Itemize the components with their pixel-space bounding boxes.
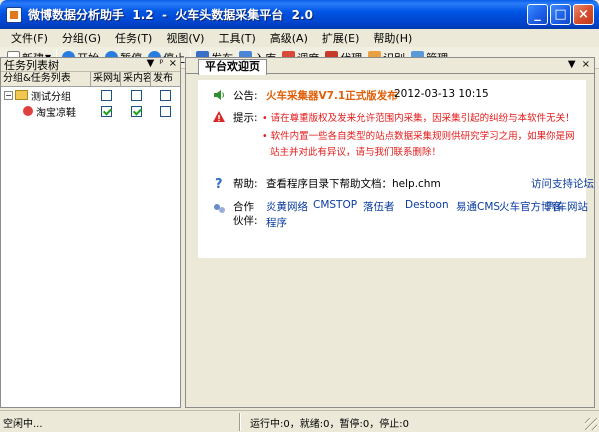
status-text: 空闲中... — [3, 419, 43, 430]
status-divider — [239, 413, 241, 431]
menu-view[interactable]: 视图(V) — [159, 30, 211, 46]
task-name: 淘宝凉鞋 — [36, 107, 76, 119]
welcome-content: 公告: 火车采集器V7.1正式版发布 2012-03-13 10:15 提示: … — [198, 80, 594, 258]
task-counts: 运行中:0，就绪:0，暂停:0，停止:0 — [250, 419, 409, 430]
help-text: 查看程序目录下帮助文档：help.chm — [266, 178, 441, 190]
warning-icon — [212, 110, 226, 124]
tip-line-1: • 请在尊重版权及发来允许范围内采集，因采集引起的纠纷与本软件无关！ — [262, 113, 575, 124]
menu-file[interactable]: 文件(F) — [4, 30, 55, 46]
menu-tools[interactable]: 工具(T) — [211, 30, 262, 46]
maximize-button[interactable]: □ — [550, 4, 571, 25]
menu-bar: 文件(F) 分组(G) 任务(T) 视图(V) 工具(T) 高级(A) 扩展(E… — [0, 29, 599, 47]
task-list-panel: 任务列表树 ▼ ᵖ × 分组&任务列表 采网址 采内容 发布 − 测试分组 淘宝… — [0, 57, 181, 408]
speaker-icon — [212, 88, 226, 102]
task-icon — [23, 106, 33, 116]
collapse-icon[interactable]: − — [4, 90, 13, 100]
partner-link[interactable]: 汽车网站 — [546, 199, 588, 214]
close-button[interactable]: × — [573, 4, 594, 25]
tip-label: 提示: — [233, 112, 258, 124]
panel-title: 任务列表树 — [4, 58, 59, 72]
partner-link[interactable]: CMSTOP — [313, 199, 357, 211]
svg-text:?: ? — [215, 177, 223, 190]
notice-date: 2012-03-13 10:15 — [394, 88, 489, 100]
tip-line-3: 站主并对此有异议，请与我们联系删除！ — [270, 147, 442, 158]
partners-icon — [212, 202, 226, 216]
tip-line-2: • 软件内置一些各自类型的站点数据采集规则供研究学习之用，如果你是网 — [262, 131, 575, 142]
checkbox-task-content[interactable] — [130, 105, 142, 117]
panel-close-icon[interactable]: × — [169, 58, 177, 69]
tree-row-task[interactable]: 淘宝凉鞋 — [1, 103, 180, 119]
menu-advanced[interactable]: 高级(A) — [263, 30, 315, 46]
tab-close-icon[interactable]: × — [582, 59, 590, 70]
partner-link[interactable]: 易通CMS — [456, 199, 500, 214]
tab-dropdown-icon[interactable]: ▼ — [568, 59, 576, 70]
pin-icon[interactable]: ᵖ — [159, 58, 163, 69]
help-icon: ? — [212, 176, 226, 192]
tab-strip: 平台欢迎页 ▼ × — [186, 58, 594, 75]
partner-link[interactable]: 炎黄网络 — [266, 199, 308, 214]
column-header: 分组&任务列表 采网址 采内容 发布 — [1, 72, 180, 87]
checkbox-group-publish[interactable] — [160, 89, 171, 101]
folder-icon — [15, 90, 28, 100]
partners-label-2: 伙伴: — [233, 215, 258, 227]
column-header-url[interactable]: 采网址 — [91, 72, 121, 86]
support-forum-link[interactable]: 访问支持论坛 — [531, 176, 594, 191]
minimize-button[interactable]: _ — [527, 4, 548, 25]
title-bar: 微博数据分析助手 1.2 - 火车头数据采集平台 2.0 _ □ × — [0, 0, 599, 29]
panel-header: 任务列表树 ▼ ᵖ × — [1, 58, 180, 72]
menu-task[interactable]: 任务(T) — [108, 30, 159, 46]
checkbox-group-url[interactable] — [100, 89, 112, 101]
group-name: 测试分组 — [31, 91, 71, 103]
welcome-panel: 平台欢迎页 ▼ × 公告: 火车采集器V7.1正式版发布 2012-03-13 … — [185, 57, 595, 408]
panel-dropdown-icon[interactable]: ▼ — [147, 58, 155, 69]
column-header-content[interactable]: 采内容 — [121, 72, 151, 86]
column-header-publish[interactable]: 发布 — [151, 72, 180, 86]
column-header-name[interactable]: 分组&任务列表 — [1, 72, 91, 86]
partner-link[interactable]: 程序 — [266, 215, 287, 230]
resize-grip[interactable] — [585, 418, 597, 430]
menu-extend[interactable]: 扩展(E) — [315, 30, 367, 46]
status-bar: 空闲中... 运行中:0，就绪:0，暂停:0，停止:0 — [0, 410, 599, 432]
notice-label: 公告: — [233, 90, 258, 102]
menu-group[interactable]: 分组(G) — [55, 30, 108, 46]
notice-link[interactable]: 火车采集器V7.1正式版发布 — [266, 88, 398, 103]
window-title: 微博数据分析助手 1.2 - 火车头数据采集平台 2.0 — [28, 8, 313, 22]
checkbox-task-url[interactable] — [100, 105, 112, 117]
partner-link[interactable]: 落伍者 — [363, 199, 395, 214]
checkbox-group-content[interactable] — [130, 89, 142, 101]
checkbox-task-publish[interactable] — [160, 105, 171, 117]
partner-link[interactable]: Destoon — [405, 199, 449, 211]
partners-label-1: 合作 — [233, 201, 254, 213]
help-label: 帮助: — [233, 178, 258, 190]
menu-help[interactable]: 帮助(H) — [366, 30, 419, 46]
tree-row-group[interactable]: − 测试分组 — [1, 87, 180, 103]
tab-welcome[interactable]: 平台欢迎页 — [198, 59, 267, 75]
app-icon — [6, 7, 22, 23]
